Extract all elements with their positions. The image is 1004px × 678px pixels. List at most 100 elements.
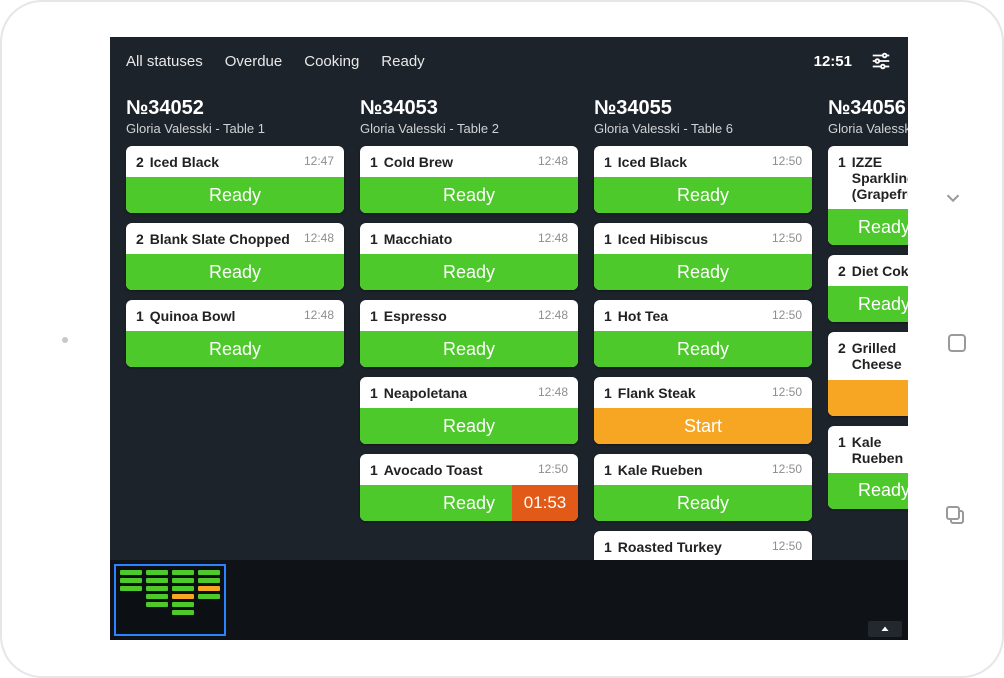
ready-button[interactable]: Ready	[126, 177, 344, 213]
minimap-bar	[172, 594, 194, 599]
item-qty: 2	[136, 231, 144, 247]
home-button[interactable]	[948, 334, 966, 352]
item-qty: 1	[604, 539, 612, 555]
item-card[interactable]: 1 Avocado Toast 12:50 Ready01:53	[360, 454, 578, 521]
filter-ready[interactable]: Ready	[381, 53, 424, 70]
ready-button[interactable]: Ready	[594, 485, 812, 521]
item-top: 2Blank Slate Chopped12:48	[126, 223, 344, 254]
ready-button[interactable]: Ready	[360, 408, 578, 444]
ready-button[interactable]: Ready	[594, 254, 812, 290]
item-card[interactable]: 1Neapoletana12:48Ready	[360, 377, 578, 444]
minimap-bar	[172, 578, 194, 583]
item-qty: 1	[838, 154, 846, 170]
item-card[interactable]: 1Iced Black12:50Ready	[594, 146, 812, 213]
item-card[interactable]: 2Iced Black12:47Ready	[126, 146, 344, 213]
expand-arrow[interactable]	[868, 621, 902, 637]
minimap-column	[120, 570, 142, 630]
item-time: 12:50	[772, 385, 802, 399]
ready-button[interactable]: Ready	[828, 286, 908, 322]
item-top: 2Diet Coke	[828, 255, 908, 286]
order-header: №34053Gloria Valesski - Table 2	[360, 97, 578, 136]
item-top: 1Iced Black12:50	[594, 146, 812, 177]
camera-dot	[62, 337, 68, 343]
ready-button[interactable]: Ready	[594, 331, 812, 367]
ready-button[interactable]: Ready	[360, 254, 578, 290]
collapse-button[interactable]	[940, 185, 966, 211]
item-top: 1Macchiato12:48	[360, 223, 578, 254]
filter-overdue[interactable]: Overdue	[225, 53, 283, 70]
order-items: 2Iced Black12:47Ready2Blank Slate Choppe…	[126, 146, 344, 367]
item-card[interactable]: 2Blank Slate Chopped12:48Ready	[126, 223, 344, 290]
ready-button[interactable]: Ready	[360, 177, 578, 213]
minimap[interactable]	[114, 564, 226, 636]
minimap-bar	[120, 586, 142, 591]
item-time: 12:50	[772, 539, 802, 553]
item-name: Roasted Turkey	[618, 539, 766, 555]
item-qty: 1	[370, 154, 378, 170]
item-top: 2Grilled Cheese	[828, 332, 908, 379]
item-time: 12:50	[772, 462, 802, 476]
minimap-bar	[120, 578, 142, 583]
item-name: Avocado Toast	[384, 462, 532, 478]
ready-button[interactable]: Ready	[828, 473, 908, 509]
item-qty: 2	[136, 154, 144, 170]
item-card[interactable]: 1Espresso12:48Ready	[360, 300, 578, 367]
item-card[interactable]: 2Grilled Cheese	[828, 332, 908, 415]
ready-button[interactable]: Ready01:53	[360, 485, 578, 521]
item-name: IZZE Sparkling (Grapefruit)	[852, 154, 908, 202]
item-card[interactable]: 1Hot Tea12:50Ready	[594, 300, 812, 367]
item-card[interactable]: 1Cold Brew12:48Ready	[360, 146, 578, 213]
ready-button[interactable]: Ready	[360, 331, 578, 367]
minimap-bar	[146, 602, 168, 607]
item-top: 1Kale Rueben12:50	[594, 454, 812, 485]
item-qty: 2	[838, 340, 846, 356]
orders-board[interactable]: №34052Gloria Valesski - Table 12Iced Bla…	[110, 85, 908, 560]
item-time: 12:50	[772, 231, 802, 245]
item-top: 1Quinoa Bowl12:48	[126, 300, 344, 331]
item-qty: 1	[136, 308, 144, 324]
item-card[interactable]: 1Iced Hibiscus12:50Ready	[594, 223, 812, 290]
filter-cooking[interactable]: Cooking	[304, 53, 359, 70]
start-button[interactable]	[828, 380, 908, 416]
item-card[interactable]: 1Kale Rueben12:50Ready	[594, 454, 812, 521]
item-card[interactable]: 1Roasted Turkey12:50Ready	[594, 531, 812, 560]
item-card[interactable]: 2Diet CokeReady	[828, 255, 908, 322]
item-name: Kale Rueben	[852, 434, 908, 466]
item-time: 12:50	[772, 308, 802, 322]
order-column: №34053Gloria Valesski - Table 2 1Cold Bre…	[360, 97, 578, 560]
item-time: 12:50	[772, 154, 802, 168]
item-qty: 1	[604, 385, 612, 401]
order-items: 1Cold Brew12:48Ready1Macchiato12:48Ready…	[360, 146, 578, 521]
order-number: №34052	[126, 97, 344, 120]
multitask-button[interactable]	[946, 506, 968, 528]
item-name: Iced Black	[150, 154, 298, 170]
item-card[interactable]: 1 IZZE Sparkling (Grapefruit) Ready	[828, 146, 908, 245]
ready-button[interactable]: Ready	[594, 177, 812, 213]
ready-button[interactable]: Ready	[828, 209, 908, 245]
order-subtitle: Gloria Valesski	[828, 121, 908, 136]
item-card[interactable]: 1Kale RuebenReady	[828, 426, 908, 509]
minimap-bar	[198, 594, 220, 599]
filter-all-statuses[interactable]: All statuses	[126, 53, 203, 70]
start-button[interactable]: Start	[594, 408, 812, 444]
item-name: Iced Black	[618, 154, 766, 170]
item-time: 12:50	[538, 462, 568, 476]
minimap-bar	[172, 602, 194, 607]
item-qty: 1	[370, 462, 378, 478]
minimap-bar	[146, 586, 168, 591]
clock: 12:51	[814, 53, 852, 70]
ready-button[interactable]: Ready	[126, 331, 344, 367]
item-card[interactable]: 1Flank Steak12:50Start	[594, 377, 812, 444]
item-top: 1Hot Tea12:50	[594, 300, 812, 331]
item-card[interactable]: 1Macchiato12:48Ready	[360, 223, 578, 290]
minimap-bar	[198, 578, 220, 583]
item-card[interactable]: 1Quinoa Bowl12:48Ready	[126, 300, 344, 367]
item-top: 1 Avocado Toast 12:50	[360, 454, 578, 485]
settings-icon[interactable]	[870, 50, 892, 72]
minimap-column	[198, 570, 220, 630]
order-number: №34055	[594, 97, 812, 120]
order-column: №34055Gloria Valesski - Table 61Iced Bla…	[594, 97, 812, 560]
item-time: 12:48	[538, 385, 568, 399]
minimap-column	[146, 570, 168, 630]
ready-button[interactable]: Ready	[126, 254, 344, 290]
